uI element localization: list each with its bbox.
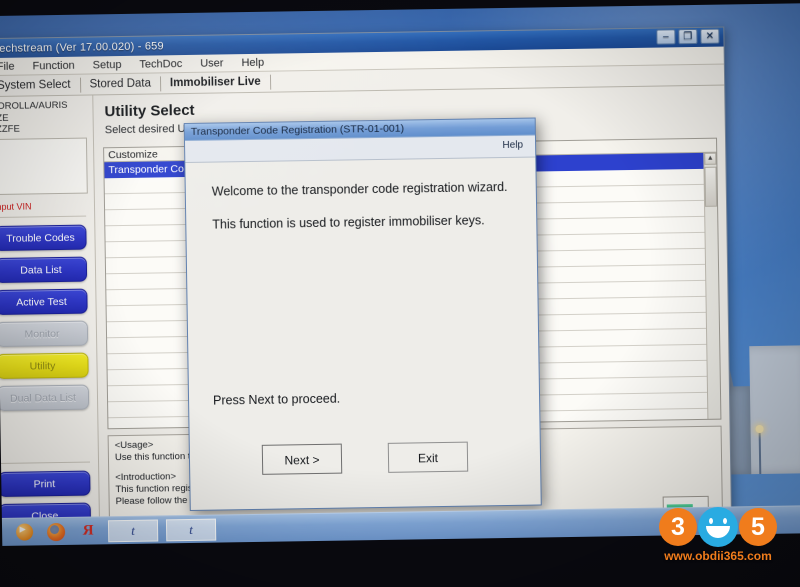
vehicle-engine: 4ZZFE: [0, 123, 20, 136]
minimize-button[interactable]: –: [656, 29, 676, 45]
sidebar-item-monitor: Monitor: [0, 320, 89, 347]
sidebar-divider: [0, 215, 87, 218]
list-vertical-scrollbar[interactable]: ▲: [703, 152, 721, 419]
sidebar-item-utility[interactable]: Utility: [0, 352, 89, 379]
menu-item-setup[interactable]: Setup: [84, 58, 131, 71]
tab-immobiliser-live[interactable]: Immobiliser Live: [160, 74, 271, 91]
sidebar-item-active-test[interactable]: Active Test: [0, 288, 88, 315]
dialog-body: Welcome to the transponder code registra…: [195, 166, 531, 500]
exit-button[interactable]: Exit: [387, 441, 469, 473]
sidebar-item-data-list[interactable]: Data List: [0, 256, 88, 283]
menu-item-file[interactable]: File: [0, 60, 24, 73]
watermark-logo: 3 5: [646, 507, 790, 547]
menu-item-help[interactable]: Help: [232, 56, 273, 69]
next-button[interactable]: Next >: [261, 443, 343, 475]
tab-stored-data[interactable]: Stored Data: [80, 75, 162, 93]
transponder-code-registration-dialog: Transponder Code Registration (STR-01-00…: [183, 117, 542, 511]
scrollbar-thumb[interactable]: [704, 166, 718, 207]
dialog-button-row: Next > Exit: [200, 441, 530, 476]
window-title: Techstream (Ver 17.00.020) - 659: [0, 39, 164, 55]
smiley-face-icon: [698, 507, 738, 547]
scroll-up-icon[interactable]: ▲: [704, 152, 717, 165]
photographed-screen: Techstream (Ver 17.00.020) - 659 – ❐ ✕ F…: [0, 0, 800, 587]
watermark-url: www.obdii365.com: [664, 549, 772, 563]
print-button[interactable]: Print: [0, 470, 91, 497]
vehicle-info-box: [0, 137, 88, 195]
dialog-prompt: Press Next to proceed.: [212, 391, 341, 408]
dialog-paragraph-purpose: This function is used to register immobi…: [212, 213, 485, 232]
window-control-buttons: – ❐ ✕: [656, 28, 720, 45]
dialog-help-link[interactable]: Help: [502, 140, 523, 151]
maximize-button[interactable]: ❐: [678, 28, 698, 45]
techstream-task-icon[interactable]: t: [107, 518, 159, 542]
dialog-paragraph-welcome: Welcome to the transponder code registra…: [211, 179, 508, 199]
yandex-icon[interactable]: Я: [76, 520, 100, 542]
monitor-screen: Techstream (Ver 17.00.020) - 659 – ❐ ✕ F…: [0, 3, 800, 546]
left-sidebar: COROLLA/AURIS ZZE 4ZZFE Input VIN Troubl…: [0, 95, 101, 536]
sidebar-footer-divider: [0, 461, 91, 464]
vehicle-info: COROLLA/AURIS ZZE 4ZZFE: [0, 100, 87, 136]
close-window-button[interactable]: ✕: [700, 28, 720, 44]
menu-item-function[interactable]: Function: [23, 59, 83, 72]
tab-system-select[interactable]: System Select: [0, 77, 81, 94]
media-player-icon[interactable]: [12, 521, 36, 543]
dialog-toolbar: Help: [184, 135, 536, 164]
firefox-icon[interactable]: [44, 520, 68, 542]
sidebar-item-dual-data-list: Dual Data List: [0, 384, 90, 411]
watermark-digit-5: 5: [739, 508, 777, 546]
menu-item-techdoc[interactable]: TechDoc: [130, 57, 191, 71]
techstream-task-icon[interactable]: t: [165, 518, 217, 541]
input-vin-link[interactable]: Input VIN: [0, 200, 88, 212]
watermark-digit-3: 3: [659, 508, 697, 546]
watermark: 3 5 www.obdii365.com: [646, 507, 790, 563]
sidebar-item-trouble-codes[interactable]: Trouble Codes: [0, 224, 87, 251]
menu-item-user[interactable]: User: [191, 57, 232, 70]
